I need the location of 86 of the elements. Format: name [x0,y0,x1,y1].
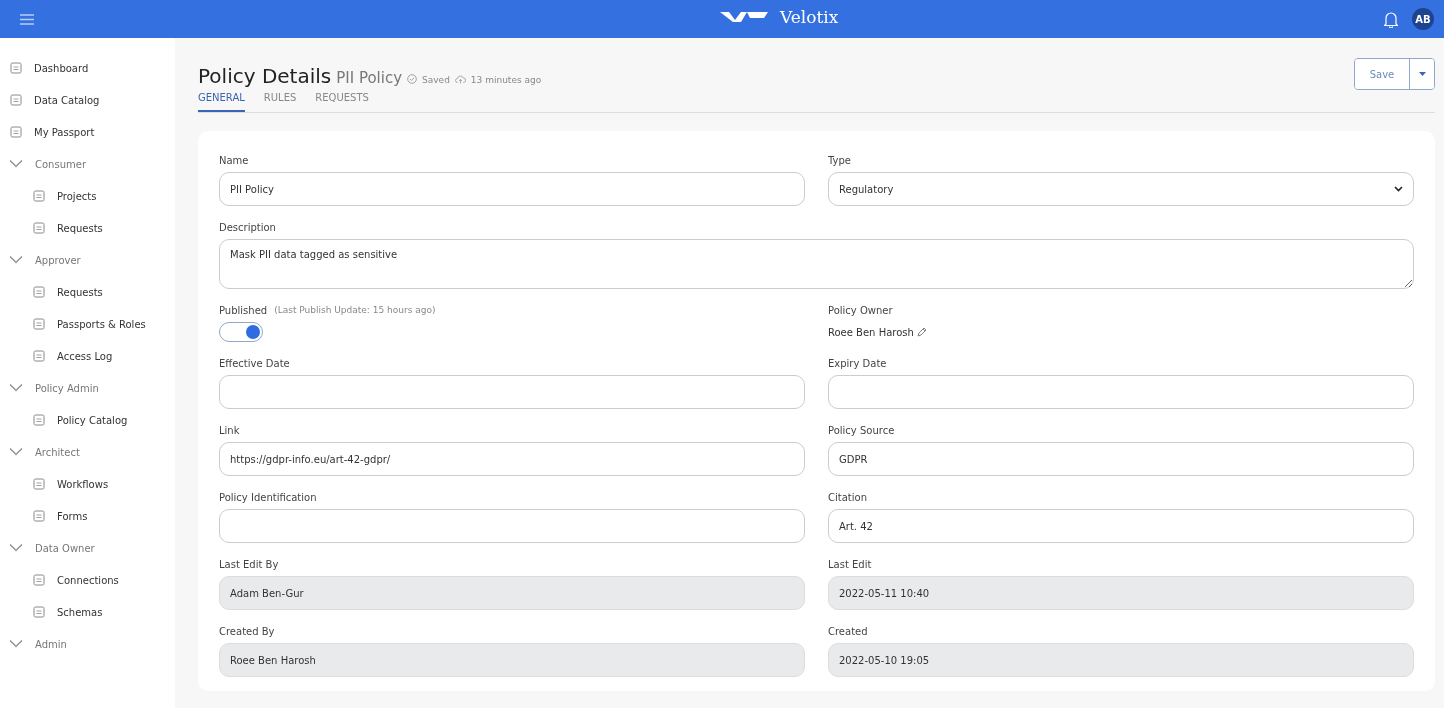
input-field[interactable] [828,375,1414,409]
input-field[interactable]: Art. 42 [828,509,1414,543]
input-field[interactable]: PII Policy [219,172,805,206]
sidebar-item[interactable]: Workflows [0,468,175,500]
field-label: Policy Identification [219,491,317,503]
sidebar-group-toggle[interactable]: Data Owner [0,532,175,564]
sidebar-item[interactable]: Forms [0,500,175,532]
caret-icon [1418,72,1426,76]
document-icon [10,62,22,74]
sidebar-item[interactable]: Schemas [0,596,175,628]
tab[interactable]: GENERAL [198,88,245,112]
logo-icon [720,11,768,23]
chevron-down-icon [1394,186,1403,192]
field-label: Last Edit By [219,558,279,570]
field-label: Published [219,304,268,316]
field-label: Effective Date [219,357,290,369]
sidebar-item[interactable]: Requests [0,276,175,308]
input-field[interactable] [219,509,805,543]
saved-status: Saved [422,75,450,85]
page-title: Policy Details [198,64,332,88]
owner-name: Roee Ben Harosh [828,326,914,338]
text-area[interactable]: Mask PII data tagged as sensitive [219,239,1414,289]
input-field: Roee Ben Harosh [219,643,805,677]
document-icon [33,510,45,522]
field-label: Description [219,221,276,233]
pencil-icon [916,327,927,337]
sidebar-group-toggle[interactable]: Consumer [0,148,175,180]
document-icon [10,126,22,138]
avatar[interactable]: AB [1412,8,1434,30]
sidebar-group-toggle[interactable]: Approver [0,244,175,276]
field-label: Policy Source [828,424,895,436]
check-circle-icon [407,74,418,84]
page-subtitle: PII Policy [336,69,403,87]
document-icon [33,350,45,362]
toggle-switch[interactable] [219,322,263,342]
chevron-down-icon [9,447,23,457]
sidebar-item[interactable]: Projects [0,180,175,212]
document-icon [33,318,45,330]
field-label: Citation [828,491,867,503]
sidebar-group-toggle[interactable]: Admin [0,628,175,660]
field-label: Expiry Date [828,357,887,369]
document-icon [10,94,22,106]
document-icon [33,606,45,618]
menu-icon[interactable] [20,13,34,25]
sidebar-item[interactable]: Requests [0,212,175,244]
chevron-down-icon [9,543,23,553]
field-label: Link [219,424,240,436]
sidebar-item[interactable]: Data Catalog [0,84,175,116]
field-note: (Last Publish Update: 15 hours ago) [274,305,436,315]
chevron-down-icon [9,383,23,393]
input-field[interactable] [219,375,805,409]
field-label: Created [828,625,868,637]
document-icon [33,574,45,586]
input-field[interactable]: https://gdpr-info.eu/art-42-gdpr/ [219,442,805,476]
updated-time: 13 minutes ago [470,75,542,85]
bell-icon[interactable] [1384,10,1398,28]
document-icon [33,222,45,234]
field-label: Created By [219,625,275,637]
chevron-down-icon [9,639,23,649]
brand-name: Velotix [780,7,839,27]
input-field: Adam Ben-Gur [219,576,805,610]
field-label: Policy Owner [828,304,893,316]
sidebar-item[interactable]: Dashboard [0,52,175,84]
document-icon [33,286,45,298]
sidebar-group-toggle[interactable]: Policy Admin [0,372,175,404]
input-field: 2022-05-11 10:40 [828,576,1414,610]
input-field[interactable]: GDPR [828,442,1414,476]
sidebar-item[interactable]: Passports & Roles [0,308,175,340]
sidebar-item[interactable]: Connections [0,564,175,596]
document-icon [33,190,45,202]
sidebar-group-toggle[interactable]: Architect [0,436,175,468]
chevron-down-icon [9,255,23,265]
field-label: Name [219,154,249,166]
sidebar-item[interactable]: Access Log [0,340,175,372]
cloud-icon [454,74,466,84]
document-icon [33,478,45,490]
field-label: Last Edit [828,558,872,570]
sidebar-item[interactable]: Policy Catalog [0,404,175,436]
document-icon [33,414,45,426]
save-options-button[interactable] [1410,59,1434,89]
field-label: Type [828,154,851,166]
save-button[interactable]: Save [1355,59,1410,89]
input-field: 2022-05-10 19:05 [828,643,1414,677]
select-dropdown[interactable]: Regulatory [828,172,1414,206]
sidebar-item[interactable]: My Passport [0,116,175,148]
chevron-down-icon [9,159,23,169]
